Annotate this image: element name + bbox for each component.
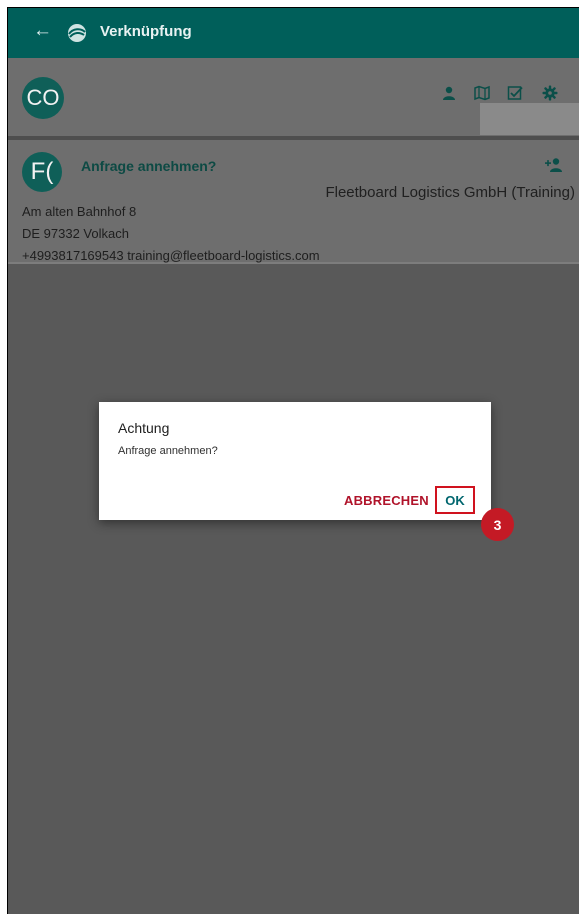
address-street: Am alten Bahnhof 8	[22, 204, 137, 219]
connection-request-card[interactable]: F( Anfrage annehmen? Fleetboard Logistic…	[7, 140, 579, 264]
person-icon[interactable]	[441, 85, 457, 101]
add-person-icon[interactable]	[544, 157, 564, 178]
confirm-dialog: Achtung Anfrage annehmen? ABBRECHEN OK	[99, 402, 491, 520]
avatar: F(	[22, 152, 62, 192]
gear-icon[interactable]	[542, 85, 558, 101]
company-name: Fleetboard Logistics GmbH (Training)	[325, 184, 575, 201]
cancel-button[interactable]: ABBRECHEN	[344, 493, 429, 508]
map-icon[interactable]	[474, 85, 490, 101]
frame-border	[7, 7, 8, 914]
frame-border	[7, 7, 579, 8]
arrow-left-icon[interactable]: ←	[33, 20, 52, 42]
contact-info: +4993817169543 training@fleetboard-logis…	[22, 248, 320, 263]
account-header: CO	[7, 58, 579, 136]
ok-button[interactable]: OK	[435, 486, 475, 514]
app-logo-icon	[66, 22, 88, 44]
avatar[interactable]: CO	[22, 77, 64, 119]
overlay-block	[480, 103, 579, 135]
page-title: Verknüpfung	[100, 23, 192, 40]
dialog-message: Anfrage annehmen?	[118, 445, 218, 457]
address-city: DE 97332 Volkach	[22, 226, 129, 241]
checkbox-icon[interactable]	[507, 85, 523, 101]
step-badge: 3	[481, 508, 514, 541]
app-frame: ← Verknüpfung CO F(Anfrage annehmen? Fl…	[7, 7, 579, 914]
dialog-title: Achtung	[118, 420, 170, 436]
card-title: Anfrage annehmen?	[81, 158, 217, 174]
app-bar: ← Verknüpfung	[7, 7, 579, 58]
